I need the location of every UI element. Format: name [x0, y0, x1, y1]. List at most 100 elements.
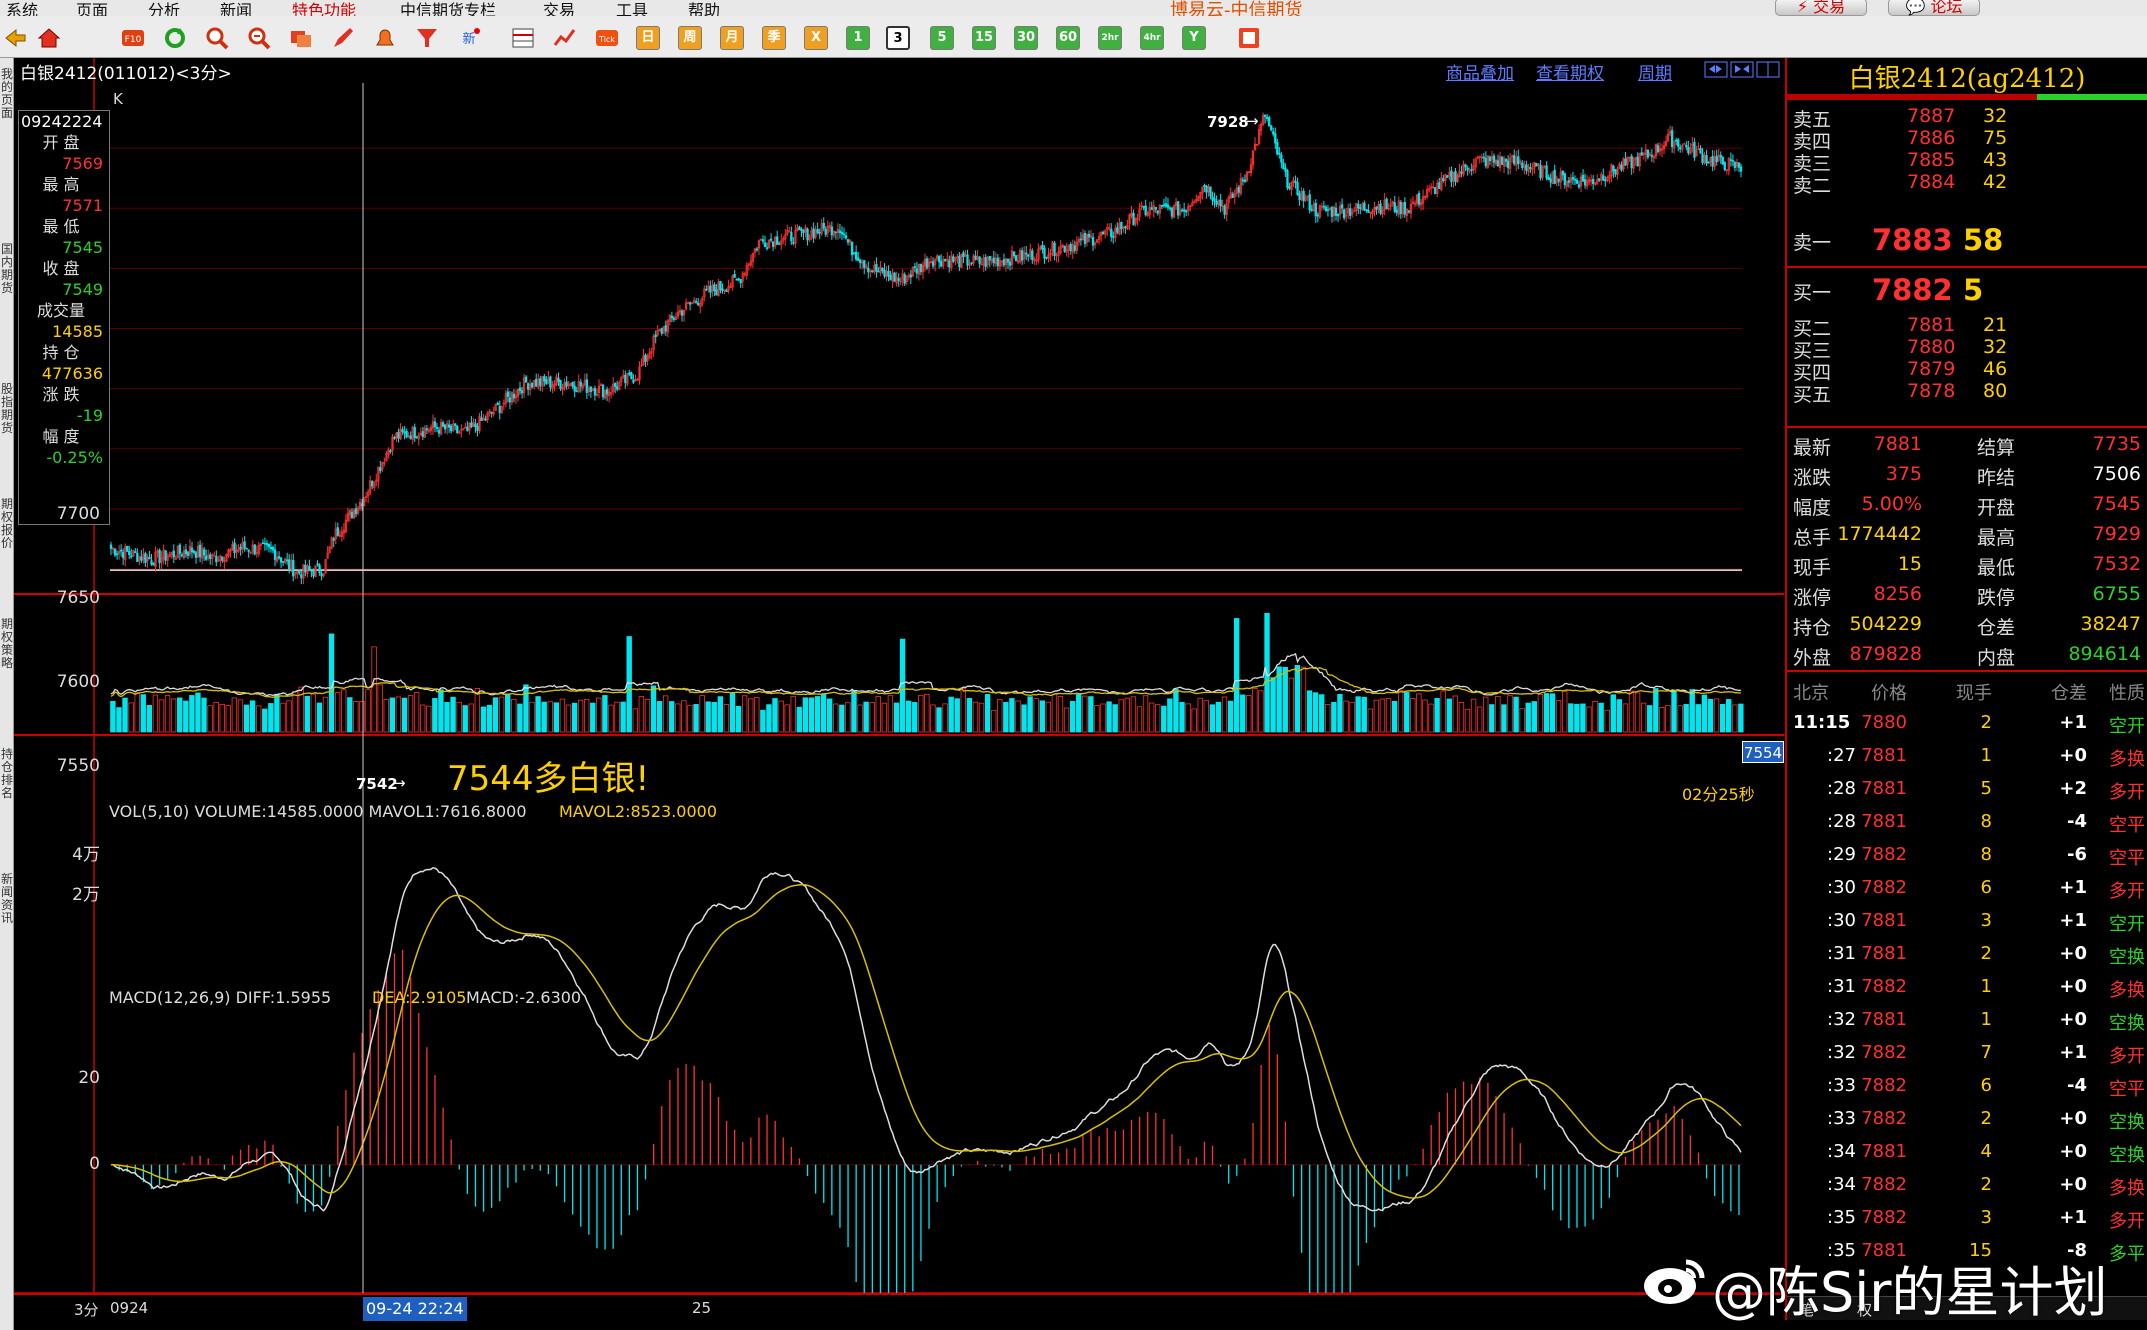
tick-header-cell: 价格: [1871, 683, 1907, 704]
volume-bar: [334, 692, 341, 733]
bell-icon[interactable]: [372, 25, 398, 51]
candle-body: [806, 228, 809, 241]
menu-page[interactable]: 页面: [76, 0, 108, 16]
menu-system[interactable]: 系统: [6, 0, 38, 16]
tick-icon[interactable]: Tick: [594, 25, 620, 51]
menu-help[interactable]: 帮助: [688, 0, 720, 16]
overlay-commodity-link[interactable]: 商品叠加: [1446, 59, 1514, 84]
period-4hr-button[interactable]: 4hr: [1140, 26, 1164, 50]
period-quarter-button[interactable]: 季: [762, 26, 786, 50]
ask-row[interactable]: 卖一 7883 58: [1787, 220, 2147, 257]
back-arrow-icon[interactable]: [2, 25, 28, 51]
tick-row[interactable]: :30 7882 6 +1 多开: [1787, 873, 2147, 906]
trend-chart-icon[interactable]: [552, 25, 578, 51]
menu-analysis[interactable]: 分析: [148, 0, 180, 16]
tick-row[interactable]: :34 7882 2 +0 多换: [1787, 1170, 2147, 1203]
period-2hr-button[interactable]: 2hr: [1098, 26, 1122, 50]
period-60min-button[interactable]: 60: [1056, 26, 1080, 50]
vtab-news[interactable]: 新闻资讯: [1, 873, 13, 925]
menu-news[interactable]: 新闻: [220, 0, 252, 16]
candle-body: [776, 236, 779, 245]
volume-bar: [292, 691, 298, 733]
candle-body: [913, 266, 917, 268]
layout-toggle-icons[interactable]: [1704, 60, 1780, 80]
chart-canvas[interactable]: [14, 58, 1784, 1320]
tick-row[interactable]: :31 7881 2 +0 空换: [1787, 939, 2147, 972]
period-5min-button[interactable]: 5: [930, 26, 954, 50]
menu-trade[interactable]: 交易: [543, 0, 575, 16]
tick-row[interactable]: :34 7881 4 +0 空换: [1787, 1137, 2147, 1170]
tick-row[interactable]: :33 7882 2 +0 空换: [1787, 1104, 2147, 1137]
filter-icon[interactable]: [414, 25, 440, 51]
window-icon[interactable]: [288, 25, 314, 51]
period-15min-button[interactable]: 15: [972, 26, 996, 50]
period-30min-button[interactable]: 30: [1014, 26, 1038, 50]
tick-row[interactable]: :28 7881 5 +2 多开: [1787, 774, 2147, 807]
period-3min-button[interactable]: 3: [886, 26, 910, 50]
candle-body: [737, 278, 740, 281]
f10-icon[interactable]: F10: [120, 25, 146, 51]
tick-row[interactable]: :32 7881 1 +0 空换: [1787, 1005, 2147, 1038]
volume-bar: [268, 703, 274, 733]
bid-row[interactable]: 买一 7882 5: [1787, 270, 2147, 307]
volume-bar: [954, 698, 960, 733]
period-year-button[interactable]: Y: [1182, 26, 1206, 50]
tick-row[interactable]: :31 7882 1 +0 多换: [1787, 972, 2147, 1005]
period-link[interactable]: 周期: [1638, 59, 1672, 84]
period-day-button[interactable]: 日: [636, 26, 660, 50]
tick-time: :33: [1827, 1075, 1856, 1096]
vtab-index-futures[interactable]: 股指期货: [1, 383, 13, 435]
pen-icon[interactable]: [330, 25, 356, 51]
vtab-option-quote[interactable]: 期权报价: [1, 498, 13, 550]
period-week-button[interactable]: 周: [678, 26, 702, 50]
vtab-my-page[interactable]: 我的页面: [1, 68, 13, 120]
volume-bar: [492, 697, 499, 733]
vtab-domestic-futures[interactable]: 国内期货: [1, 243, 13, 295]
candle-body: [1154, 206, 1157, 210]
tick-row[interactable]: :27 7881 1 +0 多换: [1787, 741, 2147, 774]
period-custom-button[interactable]: X: [804, 26, 828, 50]
new-icon[interactable]: 新: [456, 25, 482, 51]
table-icon[interactable]: [510, 25, 536, 51]
vtab-option-strategy[interactable]: 期权策略: [1, 618, 13, 670]
search-icon[interactable]: [204, 25, 230, 51]
candle-body: [824, 228, 827, 235]
tick-row[interactable]: 11:15 7880 2 +1 空开: [1787, 708, 2147, 741]
tick-volume: 8: [1980, 844, 1992, 865]
tick-nature: 空换: [2109, 1112, 2145, 1133]
window-title: 博易云-中信期货: [1170, 0, 1303, 16]
volume-bar: [681, 700, 687, 733]
tick-row[interactable]: :33 7882 6 -4 空平: [1787, 1071, 2147, 1104]
tick-row[interactable]: :29 7882 8 -6 空平: [1787, 840, 2147, 873]
candle-body: [695, 301, 698, 303]
tick-row[interactable]: :32 7882 7 +1 多开: [1787, 1038, 2147, 1071]
candle-body: [115, 553, 119, 556]
ask-row[interactable]: 卖二 7884 42: [1787, 168, 2147, 198]
period-month-button[interactable]: 月: [720, 26, 744, 50]
vtab-position-ranking[interactable]: 持仓排名: [1, 748, 13, 800]
menu-special[interactable]: 特色功能: [292, 0, 356, 16]
candle-body: [480, 417, 483, 422]
trade-button[interactable]: ⚡ 交易: [1775, 0, 1867, 16]
candle-body: [549, 376, 552, 388]
tick-nature: 空换: [2109, 1145, 2145, 1166]
zoom-icon[interactable]: [246, 25, 272, 51]
refresh-icon[interactable]: [162, 25, 188, 51]
grid-icon[interactable]: [1236, 25, 1262, 51]
menu-citic-column[interactable]: 中信期货专栏: [400, 0, 496, 16]
volume-bar: [1142, 695, 1149, 733]
tick-row[interactable]: :35 7882 3 +1 多开: [1787, 1203, 2147, 1236]
tick-row[interactable]: :28 7881 8 -4 空平: [1787, 807, 2147, 840]
home-icon[interactable]: [36, 25, 62, 51]
ticks-divider: [1787, 670, 2147, 672]
menu-tools[interactable]: 工具: [616, 0, 648, 16]
stats-row: 幅度 5.00% 开盘 7545: [1787, 490, 2147, 520]
period-1min-button[interactable]: 1: [846, 26, 870, 50]
view-options-link[interactable]: 查看期权: [1536, 59, 1604, 84]
bid-row[interactable]: 买五 7878 80: [1787, 377, 2147, 407]
tick-row[interactable]: :30 7881 3 +1 空开: [1787, 906, 2147, 939]
stats-row: 总手 1774442 最高 7929: [1787, 520, 2147, 550]
candle-body: [1535, 163, 1538, 167]
volume-bar: [177, 697, 183, 733]
forum-button[interactable]: 💬 论坛: [1888, 0, 1980, 16]
